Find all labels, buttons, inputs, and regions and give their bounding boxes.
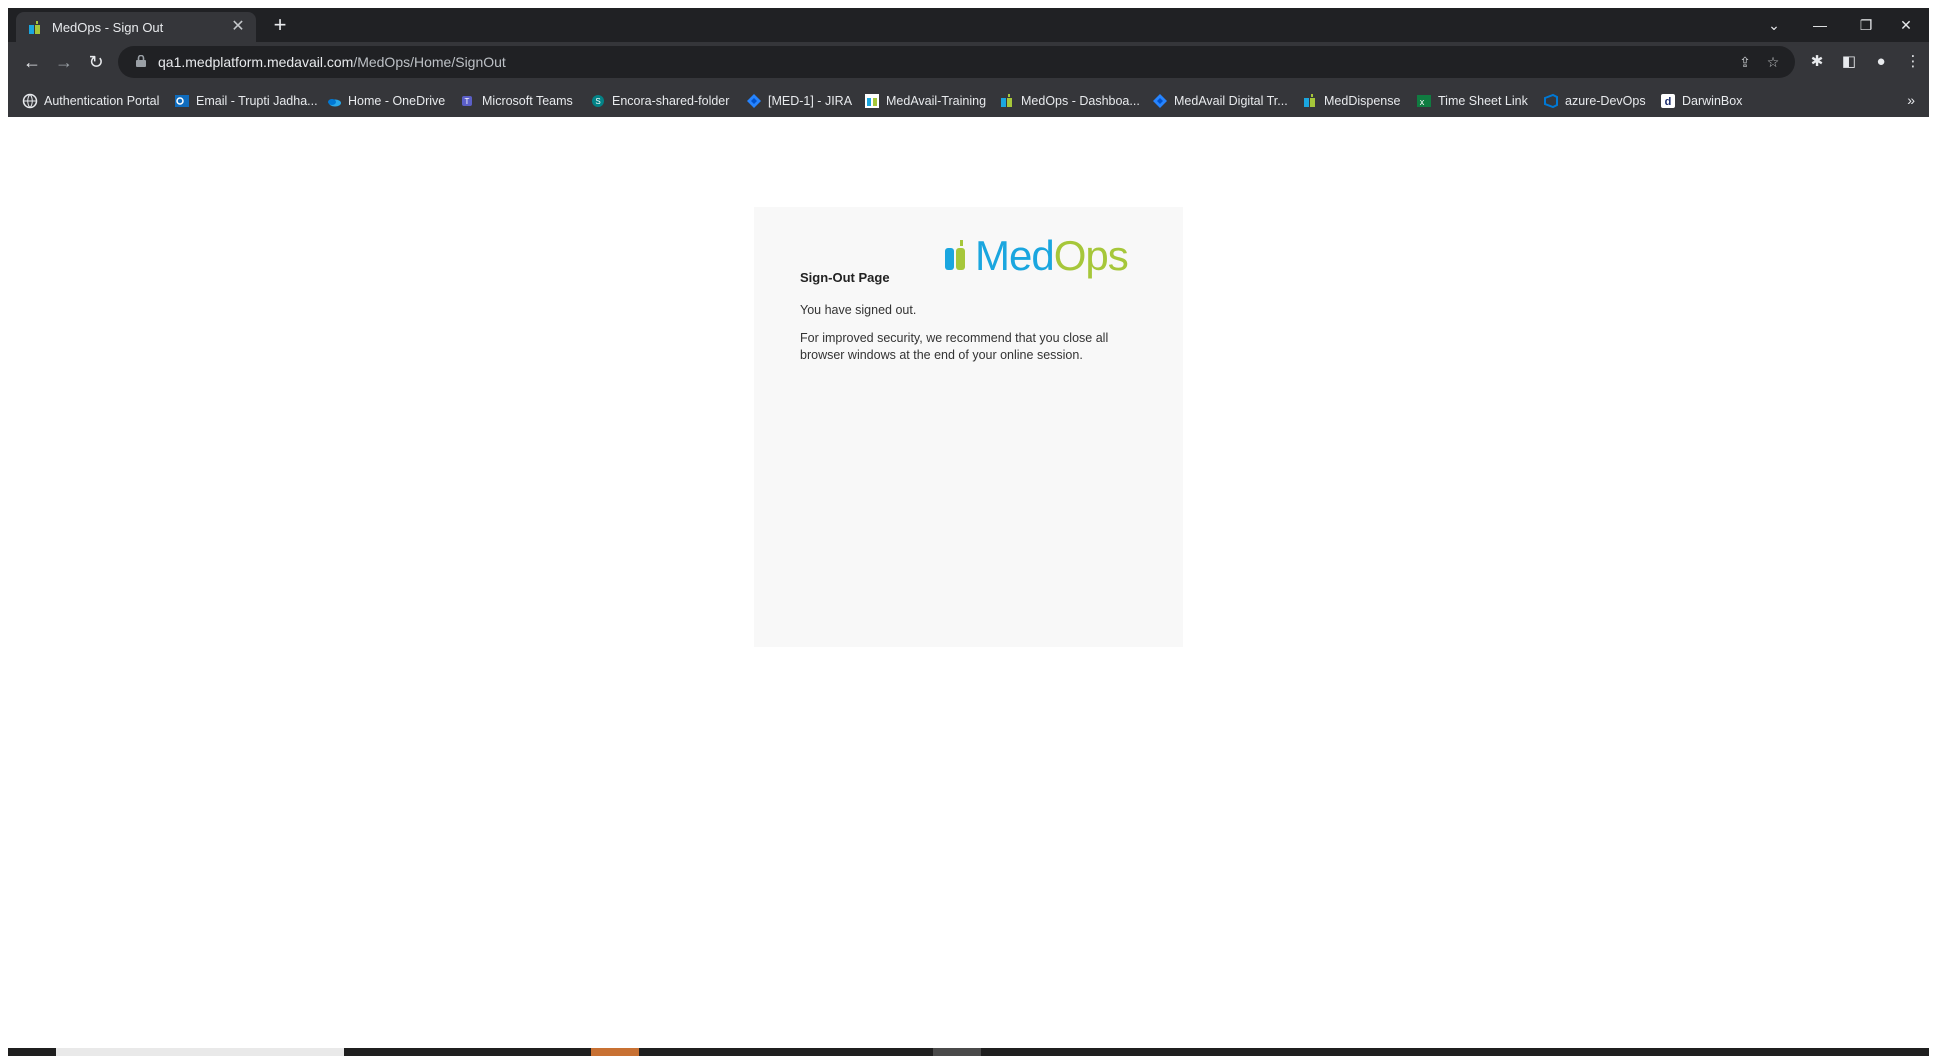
- profile-icon[interactable]: ●: [1869, 50, 1893, 74]
- side-panel-icon[interactable]: ◧: [1837, 50, 1861, 74]
- close-window-button[interactable]: ✕: [1883, 8, 1929, 42]
- bookmark-medavail-training[interactable]: MedAvail-Training: [864, 91, 986, 111]
- bookmark-azure-devops[interactable]: azure-DevOps: [1543, 91, 1646, 111]
- jira-icon: [1153, 94, 1167, 108]
- bookmark-label: Home - OneDrive: [348, 94, 446, 108]
- bookmark-onedrive[interactable]: Home - OneDrive: [326, 91, 445, 111]
- bookmark-label: Authentication Portal: [44, 94, 160, 108]
- bookmark-label: MedAvail Digital Tr...: [1174, 94, 1288, 108]
- page-title: Sign-Out Page: [800, 270, 890, 285]
- taskbar-app[interactable]: [591, 1048, 639, 1056]
- taskbar-app[interactable]: [933, 1048, 981, 1056]
- bookmark-label: Encora-shared-folder: [612, 94, 730, 108]
- new-tab-button[interactable]: +: [268, 14, 292, 38]
- bookmark-meddispense[interactable]: MedDispense: [1302, 91, 1400, 111]
- svg-text:S: S: [595, 97, 600, 106]
- bookmark-email[interactable]: Email - Trupti Jadha...: [174, 91, 318, 111]
- security-note: For improved security, we recommend that…: [800, 331, 1109, 362]
- medops-icon: [1304, 94, 1315, 107]
- bookmark-timesheet[interactable]: x Time Sheet Link: [1416, 91, 1528, 111]
- back-button[interactable]: ←: [18, 48, 46, 76]
- medops-icon: [1001, 94, 1012, 107]
- medavail-icon: [865, 94, 879, 108]
- excel-icon: x: [1417, 95, 1431, 107]
- reload-button[interactable]: ↻: [82, 48, 110, 76]
- toolbar: ← → ↻ qa1.medplatform.medavail.com/MedOp…: [8, 42, 1929, 82]
- bookmark-label: Microsoft Teams: [482, 94, 573, 108]
- minimize-button[interactable]: —: [1797, 8, 1843, 42]
- tab-active[interactable]: MedOps - Sign Out ✕: [16, 12, 256, 42]
- browser-chrome: MedOps - Sign Out ✕ + ⌄ — ❐ ✕ ← → ↻ qa1.…: [8, 8, 1929, 117]
- signout-card: MedOps Sign-Out Page You have signed out…: [754, 207, 1183, 647]
- outlook-icon: [175, 95, 189, 107]
- bookmarks-overflow-icon[interactable]: »: [1907, 92, 1915, 108]
- bookmark-star-icon[interactable]: ☆: [1763, 52, 1783, 72]
- bookmark-teams[interactable]: T Microsoft Teams: [460, 91, 573, 111]
- tab-title: MedOps - Sign Out: [52, 20, 164, 35]
- tab-search-icon[interactable]: ⌄: [1751, 8, 1797, 42]
- bookmark-label: MedOps - Dashboa...: [1021, 94, 1140, 108]
- url-path: /MedOps/Home/SignOut: [353, 54, 506, 70]
- medops-logo: MedOps: [945, 234, 1129, 279]
- bookmark-authentication-portal[interactable]: Authentication Portal: [22, 91, 159, 111]
- taskbar: [8, 1048, 1929, 1056]
- bookmark-label: Email - Trupti Jadha...: [196, 94, 318, 108]
- svg-text:x: x: [1420, 97, 1425, 107]
- svg-text:MedOps: MedOps: [975, 234, 1128, 279]
- sharepoint-icon: S: [592, 95, 604, 107]
- bookmark-label: DarwinBox: [1682, 94, 1743, 108]
- lock-icon: [136, 55, 146, 67]
- darwinbox-icon: d: [1661, 94, 1675, 108]
- bookmark-label: MedDispense: [1324, 94, 1401, 108]
- close-tab-icon[interactable]: ✕: [228, 17, 248, 37]
- bookmark-darwinbox[interactable]: d DarwinBox: [1660, 91, 1742, 111]
- azure-devops-icon: [1544, 93, 1558, 109]
- address-bar[interactable]: qa1.medplatform.medavail.com/MedOps/Home…: [118, 46, 1795, 78]
- bookmarks-bar: Authentication Portal Email - Trupti Jad…: [8, 83, 1929, 117]
- url-host: qa1.medplatform.medavail.com: [158, 54, 354, 70]
- signout-message: You have signed out.: [800, 303, 917, 317]
- bookmark-label: Time Sheet Link: [1438, 94, 1528, 108]
- menu-kebab-icon[interactable]: ⋮: [1901, 50, 1925, 74]
- taskbar-search[interactable]: [56, 1048, 344, 1056]
- svg-text:T: T: [465, 97, 470, 106]
- bookmark-jira[interactable]: [MED-1] - JIRA: [746, 91, 852, 111]
- bookmark-label: MedAvail-Training: [886, 94, 987, 108]
- globe-icon: [22, 93, 38, 109]
- tab-strip: MedOps - Sign Out ✕ + ⌄ — ❐ ✕: [8, 8, 1929, 42]
- medops-favicon-icon: [29, 21, 40, 34]
- bookmark-label: [MED-1] - JIRA: [768, 94, 853, 108]
- onedrive-icon: [328, 99, 341, 107]
- screen: MedOps - Sign Out ✕ + ⌄ — ❐ ✕ ← → ↻ qa1.…: [0, 0, 1936, 1056]
- bookmark-label: azure-DevOps: [1565, 94, 1646, 108]
- extensions-icon[interactable]: ✱: [1805, 50, 1829, 74]
- bookmark-encora[interactable]: S Encora-shared-folder: [590, 91, 729, 111]
- teams-icon: T: [462, 96, 472, 106]
- url-text[interactable]: qa1.medplatform.medavail.com/MedOps/Home…: [158, 54, 506, 70]
- jira-icon: [747, 94, 761, 108]
- forward-button[interactable]: →: [50, 48, 78, 76]
- svg-text:d: d: [1665, 96, 1672, 108]
- share-icon[interactable]: ⇪: [1735, 52, 1755, 72]
- bookmark-medavail-digital[interactable]: MedAvail Digital Tr...: [1152, 91, 1288, 111]
- bookmark-medops-dashboard[interactable]: MedOps - Dashboa...: [999, 91, 1140, 111]
